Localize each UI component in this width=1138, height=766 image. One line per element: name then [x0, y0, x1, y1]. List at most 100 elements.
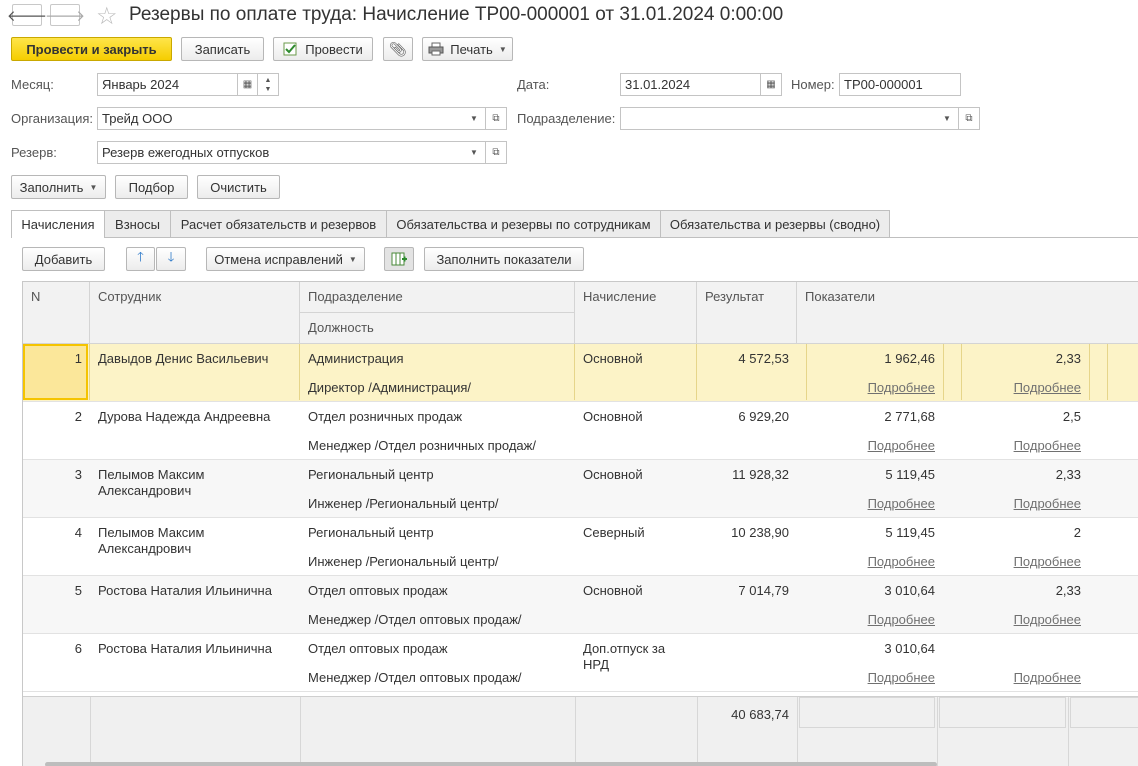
cell-divider: [806, 344, 807, 400]
attach-button[interactable]: 📎︎: [383, 37, 413, 61]
date-field[interactable]: 31.01.2024: [620, 73, 761, 96]
header-position[interactable]: Должность: [300, 313, 575, 344]
header-indicators[interactable]: Показатели: [797, 282, 1138, 344]
chevron-down-icon: ▼: [470, 114, 478, 123]
fill-indicators-button[interactable]: Заполнить показатели: [424, 247, 584, 271]
accrual: Основной: [583, 583, 643, 598]
arrow-down-icon: 🡓: [167, 249, 175, 264]
details-link[interactable]: Подробнее: [953, 438, 1081, 453]
move-down-button[interactable]: 🡓: [156, 247, 186, 271]
header-result[interactable]: Результат: [697, 282, 797, 344]
details-link[interactable]: Подробнее: [953, 670, 1081, 685]
horizontal-scrollbar[interactable]: [45, 762, 937, 766]
total-result: 40 683,74: [731, 707, 789, 722]
tab-contributions[interactable]: Взносы: [104, 210, 171, 237]
chevron-down-icon: ▼: [498, 44, 507, 54]
move-up-button[interactable]: 🡑: [126, 247, 155, 271]
indicator-value: 5 119,45: [885, 525, 935, 540]
employee-name: Ростова Наталия Ильинична: [98, 583, 272, 598]
department: Администрация: [308, 351, 404, 366]
details-link[interactable]: Подробнее: [953, 612, 1081, 627]
table-row[interactable]: 1 Давыдов Денис Васильевич Администрация Ди…: [23, 344, 1138, 402]
details-link[interactable]: Подробнее: [807, 438, 935, 453]
month-spinner[interactable]: ▲ ▼: [257, 73, 279, 96]
accrual: Доп.отпуск за: [583, 641, 666, 656]
spin-down-icon: ▼: [264, 85, 272, 93]
reserve-open-button[interactable]: ⧉: [485, 141, 507, 164]
footer-divider: [797, 697, 798, 766]
department-field[interactable]: [620, 107, 959, 130]
clear-button[interactable]: Очистить: [197, 175, 280, 199]
position: Инженер /Региональный центр/: [308, 496, 499, 511]
details-link[interactable]: Подробнее: [807, 612, 935, 627]
details-link[interactable]: Подробнее: [953, 380, 1081, 395]
reserve-field[interactable]: Резерв ежегодных отпусков: [97, 141, 486, 164]
number-field[interactable]: ТР00-000001: [839, 73, 961, 96]
indicator-value: 2 771,68: [884, 409, 935, 424]
organization-dropdown[interactable]: ▼: [463, 107, 486, 130]
table-row[interactable]: 6 Ростова Наталия Ильинична Отдел оптовых …: [23, 634, 1138, 692]
cell-divider: [1089, 344, 1090, 400]
fill-button[interactable]: Заполнить ▼: [11, 175, 106, 199]
employee-name: Пелымов Максим: [98, 525, 205, 540]
chevron-down-icon: ▼: [943, 114, 951, 123]
details-link[interactable]: Подробнее: [807, 496, 935, 511]
row-number: 6: [74, 641, 82, 656]
details-link[interactable]: Подробнее: [807, 670, 935, 685]
reserve-dropdown[interactable]: ▼: [463, 141, 486, 164]
open-window-icon: ⧉: [965, 113, 973, 124]
details-link[interactable]: Подробнее: [953, 554, 1081, 569]
cancel-corrections-button[interactable]: Отмена исправлений ▼: [206, 247, 365, 271]
header-n[interactable]: N: [23, 282, 90, 344]
header-accrual[interactable]: Начисление: [575, 282, 697, 344]
star-icon[interactable]: ☆: [96, 2, 118, 31]
table-row[interactable]: 5 Ростова Наталия Ильинична Отдел оптовых …: [23, 576, 1138, 634]
tab-calculation[interactable]: Расчет обязательств и резервов: [170, 210, 387, 237]
employee-name: Пелымов Максим: [98, 467, 205, 482]
tab-accruals[interactable]: Начисления: [11, 210, 105, 238]
footer-divider: [575, 697, 576, 766]
details-link[interactable]: Подробнее: [807, 554, 935, 569]
accrual-line2: НРД: [583, 657, 609, 672]
chevron-down-icon: ▼: [470, 148, 478, 157]
details-link[interactable]: Подробнее: [807, 380, 935, 395]
table-row[interactable]: 3 Пелымов Максим Александрович Региональный…: [23, 460, 1138, 518]
cell-divider: [89, 344, 90, 400]
department-open-button[interactable]: ⧉: [958, 107, 980, 130]
organization-open-button[interactable]: ⧉: [485, 107, 507, 130]
department: Региональный центр: [308, 467, 434, 482]
header-department[interactable]: Подразделение: [300, 282, 575, 313]
department-dropdown[interactable]: ▼: [936, 107, 959, 130]
month-field[interactable]: Январь 2024: [97, 73, 238, 96]
header-employee[interactable]: Сотрудник: [90, 282, 300, 344]
department-label: Подразделение:: [517, 111, 616, 126]
calendar-button[interactable]: ▦: [237, 73, 258, 96]
table-settings-button[interactable]: [384, 247, 414, 271]
accruals-table: N Сотрудник Подразделение Должность Начи…: [22, 281, 1138, 766]
indicator-value: 2,33: [1055, 351, 1081, 366]
row-number: 2: [74, 409, 82, 424]
details-link[interactable]: Подробнее: [953, 496, 1081, 511]
table-row[interactable]: 2 Дурова Надежда Андреевна Отдел розничных…: [23, 402, 1138, 460]
print-button[interactable]: Печать ▼: [422, 37, 513, 61]
accrual: Северный: [583, 525, 645, 540]
post-and-close-button[interactable]: Провести и закрыть: [11, 37, 172, 61]
save-button[interactable]: Записать: [181, 37, 264, 61]
post-icon: [283, 42, 297, 56]
forward-button[interactable]: 🡒: [45, 4, 85, 26]
tab-summary-obligations[interactable]: Обязательства и резервы (сводно): [660, 210, 890, 237]
tab-employee-obligations[interactable]: Обязательства и резервы по сотрудникам: [386, 210, 661, 237]
table-footer: 40 683,74: [23, 696, 1138, 766]
organization-field[interactable]: Трейд ООО: [97, 107, 486, 130]
footer-cell: [1070, 697, 1138, 728]
date-calendar-button[interactable]: ▦: [760, 73, 782, 96]
back-button[interactable]: 🡐: [7, 4, 47, 26]
post-button[interactable]: Провести: [273, 37, 373, 61]
calendar-icon: ▦: [766, 79, 776, 90]
calendar-icon: ▦: [242, 79, 253, 90]
pick-button[interactable]: Подбор: [115, 175, 188, 199]
table-row[interactable]: 4 Пелымов Максим Александрович Региональный…: [23, 518, 1138, 576]
cell-divider: [1107, 344, 1108, 400]
add-button[interactable]: Добавить: [22, 247, 105, 271]
open-window-icon: ⧉: [492, 147, 500, 158]
